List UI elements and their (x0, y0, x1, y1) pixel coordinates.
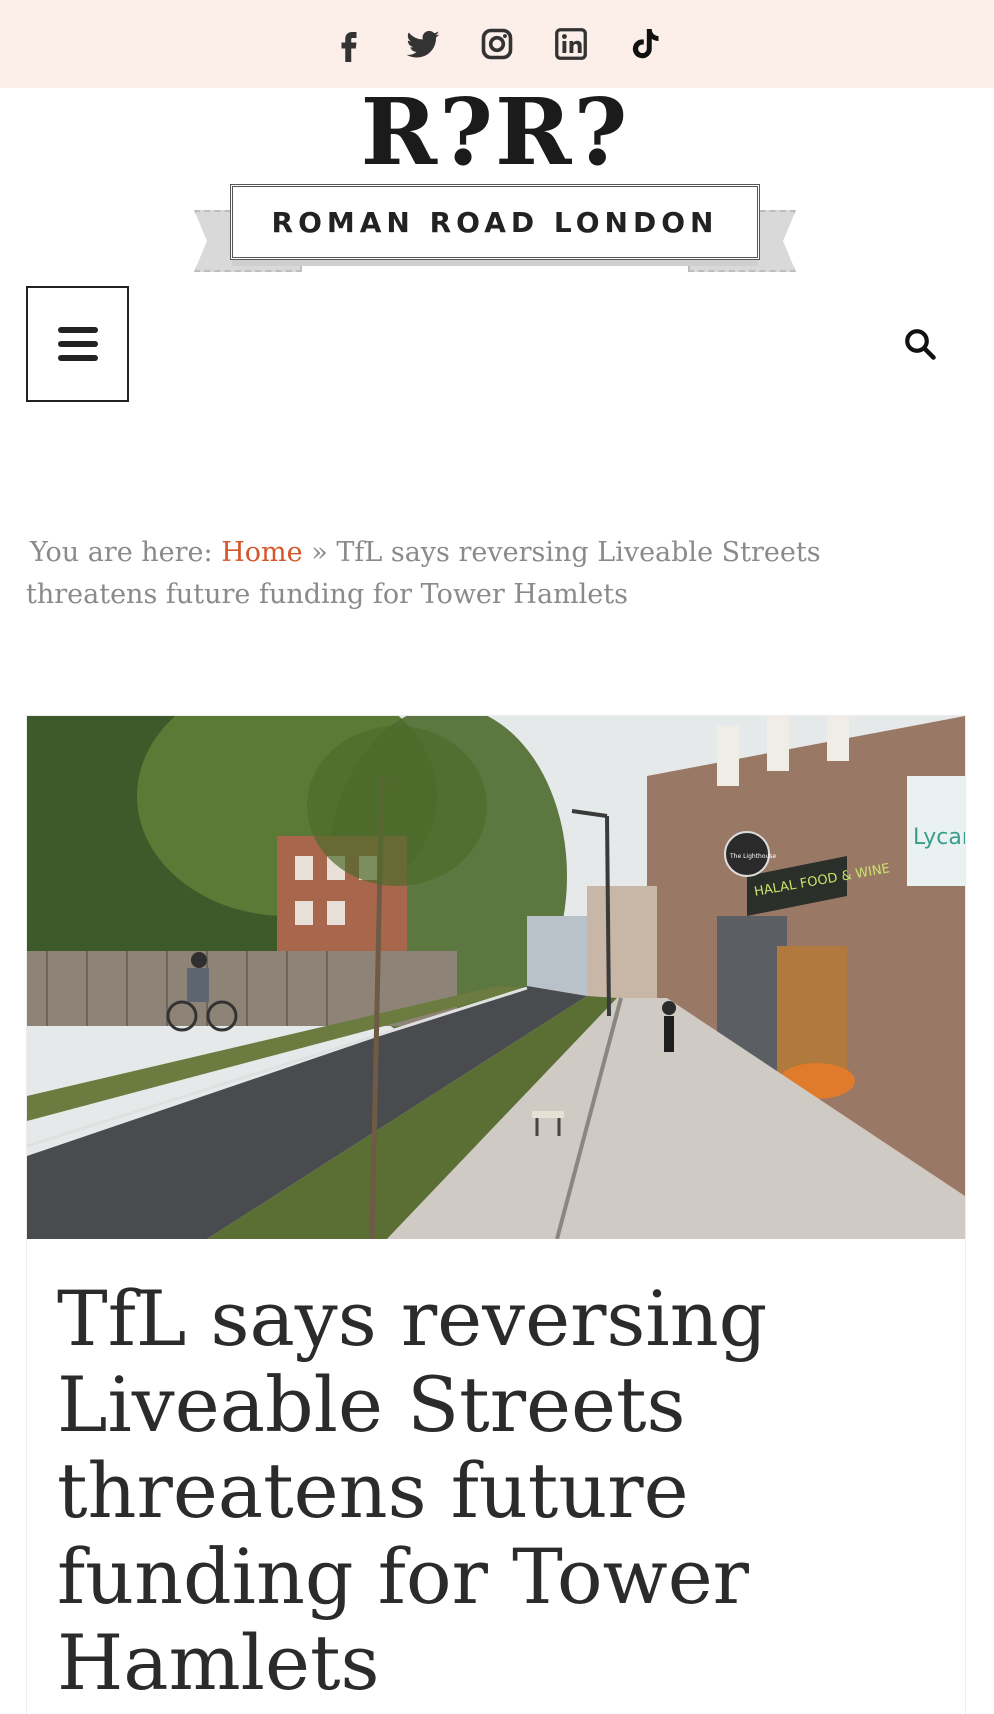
hamburger-menu-icon (57, 327, 98, 361)
article-hero-image[interactable]: HALAL FOOD & WINE The Lighthouse Lycar (27, 716, 965, 1239)
article-title: TfL says reversing Liveable Streets thre… (57, 1274, 768, 1707)
search-button[interactable] (896, 320, 944, 368)
menu-button[interactable] (26, 286, 129, 402)
facebook-icon[interactable] (329, 24, 369, 64)
logo-tagline: ROMAN ROAD LONDON (230, 184, 760, 260)
linkedin-icon[interactable] (551, 24, 591, 64)
twitter-icon[interactable] (403, 24, 443, 64)
instagram-icon[interactable] (477, 24, 517, 64)
tiktok-icon[interactable] (625, 24, 665, 64)
breadcrumb-home-link[interactable]: Home (221, 537, 302, 568)
breadcrumb-prefix: You are here: (30, 537, 213, 568)
article-card: HALAL FOOD & WINE The Lighthouse Lycar (26, 715, 966, 1714)
round-sign-text: The Lighthouse (729, 853, 776, 860)
side-sign-text: Lycar (913, 825, 965, 850)
breadcrumb: You are here: Home » TfL says reversing … (26, 532, 926, 616)
logo-mark: R?R? (360, 78, 630, 186)
breadcrumb-separator: » (311, 537, 328, 568)
search-icon (905, 329, 936, 360)
site-logo[interactable]: R?R? ROMAN ROAD LONDON (190, 78, 800, 288)
social-bar (0, 0, 994, 88)
